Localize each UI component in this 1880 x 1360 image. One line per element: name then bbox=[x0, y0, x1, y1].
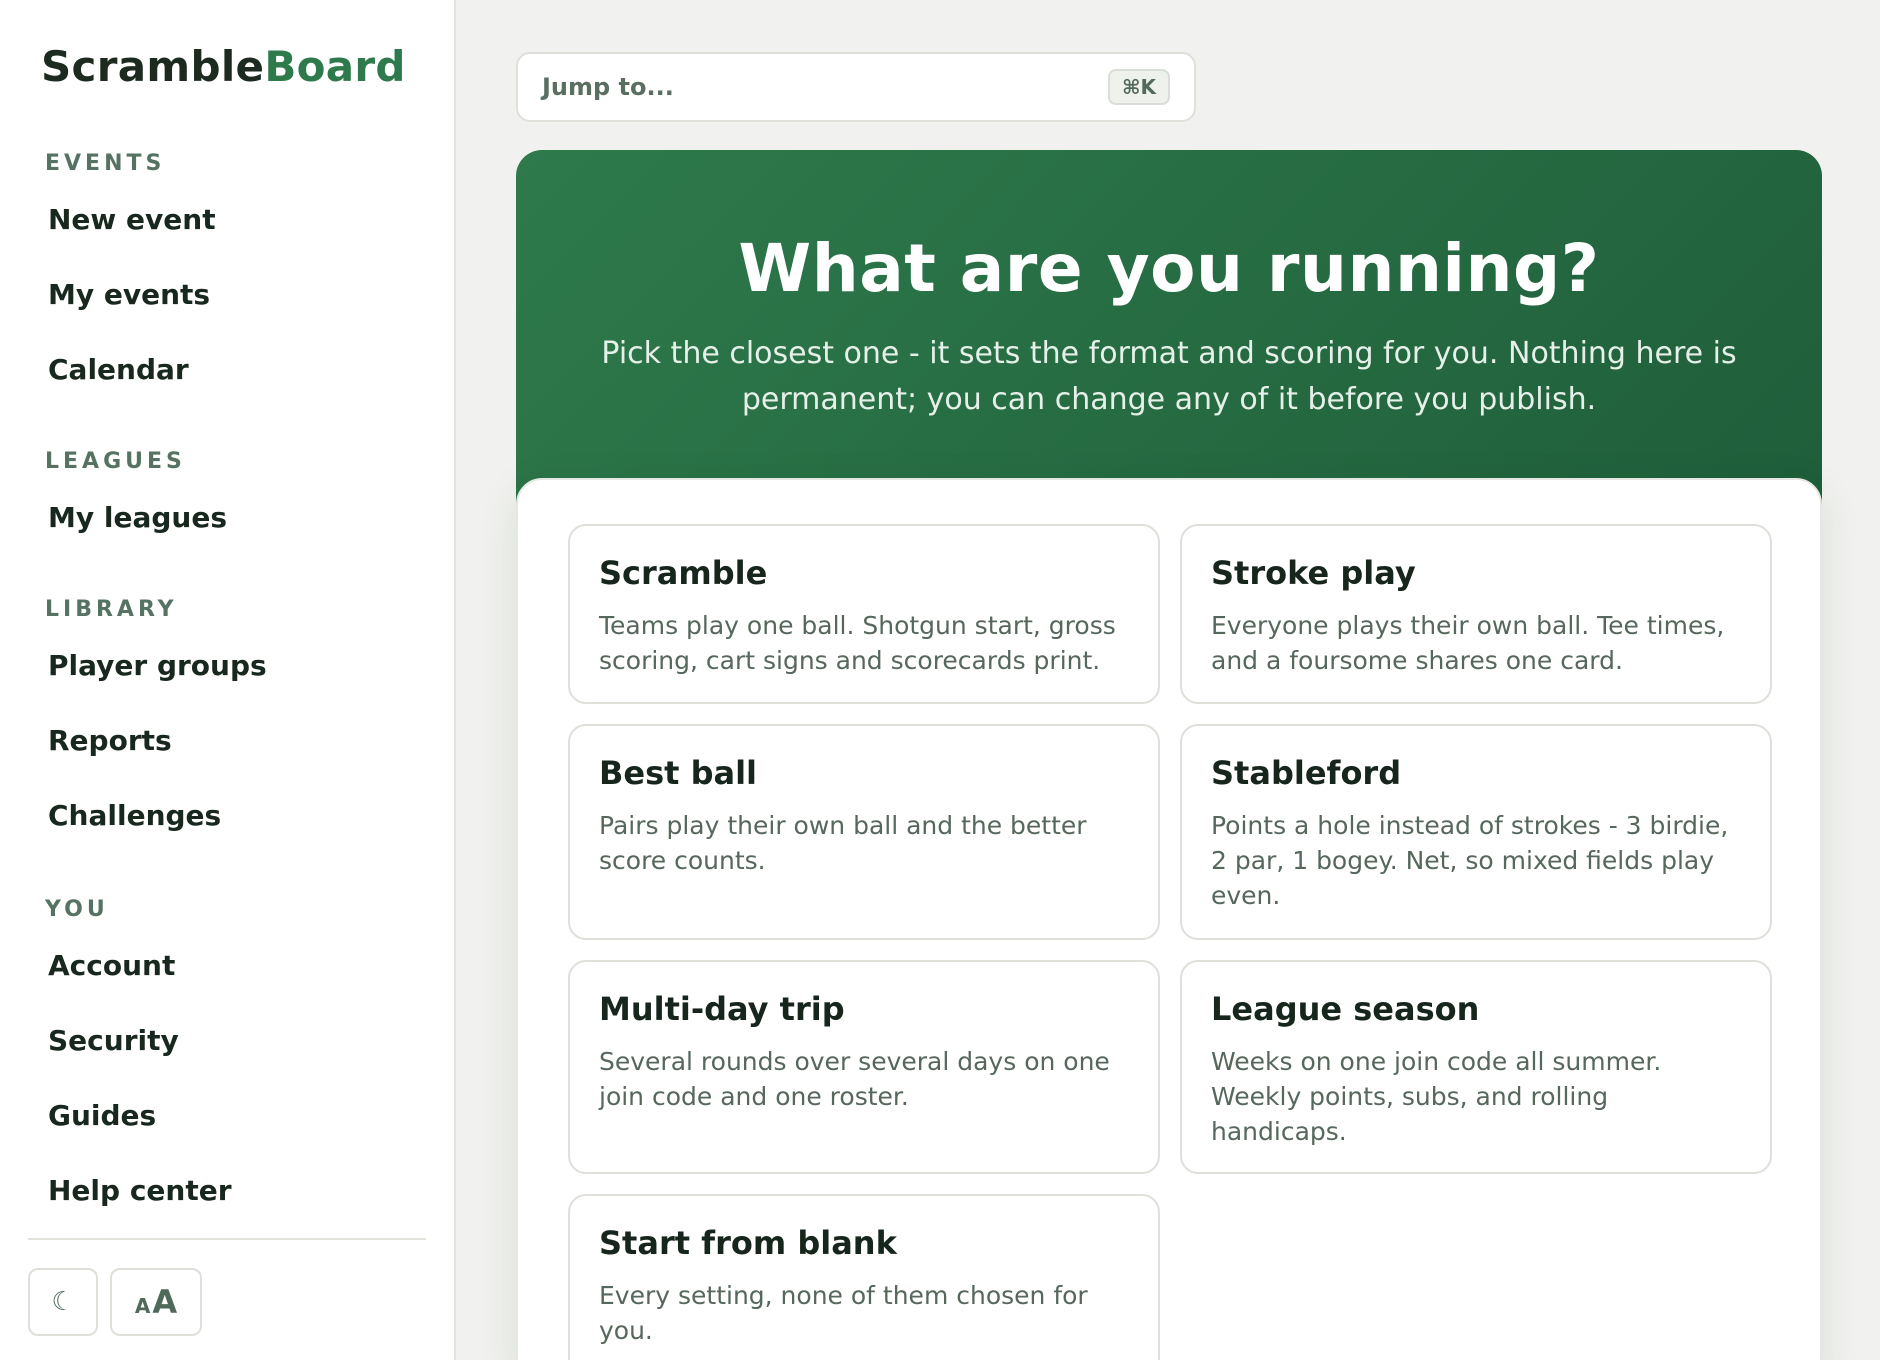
format-card-description: Weeks on one join code all summer. Weekl… bbox=[1211, 1047, 1662, 1146]
sidebar-item-calendar[interactable]: Calendar bbox=[28, 332, 426, 407]
brand-logo[interactable]: ScrambleBoard bbox=[41, 42, 406, 91]
format-card-description: Points a hole instead of strokes - 3 bir… bbox=[1211, 811, 1729, 910]
text-size-large-icon: A bbox=[152, 1283, 178, 1321]
sidebar-item-account[interactable]: Account bbox=[28, 928, 426, 1003]
nav-section-you: YOU Account Security Guides Help center bbox=[28, 892, 426, 1228]
format-card-description: Teams play one ball. Shotgun start, gros… bbox=[599, 611, 1116, 675]
sidebar-item-my-events[interactable]: My events bbox=[28, 257, 426, 332]
format-card-description: Everyone plays their own ball. Tee times… bbox=[1211, 611, 1725, 675]
hero-banner: What are you running? Pick the closest o… bbox=[516, 150, 1822, 510]
text-size-small-icon: A bbox=[134, 1294, 151, 1318]
sidebar-item-player-groups[interactable]: Player groups bbox=[28, 628, 426, 703]
search-placeholder: Jump to... bbox=[542, 73, 674, 101]
format-card-title: Multi-day trip bbox=[599, 990, 845, 1028]
sidebar-item-guides[interactable]: Guides bbox=[28, 1078, 426, 1153]
jump-to-search[interactable]: Jump to... ⌘K bbox=[516, 52, 1196, 122]
format-card-title: Stroke play bbox=[1211, 554, 1416, 592]
sidebar-item-security[interactable]: Security bbox=[28, 1003, 426, 1078]
sidebar-item-new-event[interactable]: New event bbox=[28, 182, 426, 257]
format-card-multi-day-trip[interactable]: Multi-day trip Several rounds over sever… bbox=[568, 960, 1160, 1174]
format-card-title: Stableford bbox=[1211, 754, 1402, 792]
format-card-title: Scramble bbox=[599, 554, 768, 592]
sidebar-item-reports[interactable]: Reports bbox=[28, 703, 426, 778]
keyboard-shortcut-badge: ⌘K bbox=[1107, 69, 1170, 105]
format-card-description: Several rounds over several days on one … bbox=[599, 1047, 1110, 1111]
format-card-title: Best ball bbox=[599, 754, 758, 792]
format-card-title: League season bbox=[1211, 990, 1480, 1028]
format-options-panel: Scramble Teams play one ball. Shotgun st… bbox=[516, 478, 1822, 1360]
format-card-best-ball[interactable]: Best ball Pairs play their own ball and … bbox=[568, 724, 1160, 940]
format-card-league-season[interactable]: League season Weeks on one join code all… bbox=[1180, 960, 1772, 1174]
nav-section-leagues: LEAGUES My leagues bbox=[28, 444, 426, 555]
brand-name-part1: Scramble bbox=[41, 42, 265, 91]
app: ScrambleBoard EVENTS New event My events… bbox=[0, 0, 1880, 1360]
page-title: What are you running? bbox=[738, 230, 1600, 307]
sidebar-tools: ☾ AA bbox=[28, 1268, 202, 1336]
format-card-stableford[interactable]: Stableford Points a hole instead of stro… bbox=[1180, 724, 1772, 940]
format-card-description: Pairs play their own ball and the better… bbox=[599, 811, 1087, 875]
sidebar-divider bbox=[28, 1238, 426, 1240]
format-card-description: Every setting, none of them chosen for y… bbox=[599, 1281, 1088, 1345]
sidebar: ScrambleBoard EVENTS New event My events… bbox=[0, 0, 456, 1360]
brand-name-part2: Board bbox=[264, 42, 406, 91]
section-label-library: LIBRARY bbox=[45, 597, 178, 622]
format-card-start-from-blank[interactable]: Start from blank Every setting, none of … bbox=[568, 1194, 1160, 1360]
format-card-stroke-play[interactable]: Stroke play Everyone plays their own bal… bbox=[1180, 524, 1772, 704]
sidebar-item-challenges[interactable]: Challenges bbox=[28, 778, 426, 853]
theme-toggle-button[interactable]: ☾ bbox=[28, 1268, 98, 1336]
nav-section-events: EVENTS New event My events Calendar bbox=[28, 146, 426, 407]
section-label-events: EVENTS bbox=[45, 151, 166, 176]
text-size-button[interactable]: AA bbox=[110, 1268, 202, 1336]
sidebar-item-help-center[interactable]: Help center bbox=[28, 1153, 426, 1228]
nav-section-library: LIBRARY Player groups Reports Challenges bbox=[28, 592, 426, 853]
section-label-you: YOU bbox=[45, 897, 109, 922]
section-label-leagues: LEAGUES bbox=[45, 449, 186, 474]
format-card-title: Start from blank bbox=[599, 1224, 897, 1262]
format-card-scramble[interactable]: Scramble Teams play one ball. Shotgun st… bbox=[568, 524, 1160, 704]
page-subtitle: Pick the closest one - it sets the forma… bbox=[601, 336, 1737, 417]
main-content: Jump to... ⌘K What are you running? Pick… bbox=[456, 0, 1880, 1360]
sidebar-item-my-leagues[interactable]: My leagues bbox=[28, 480, 426, 555]
moon-icon: ☾ bbox=[51, 1287, 75, 1317]
